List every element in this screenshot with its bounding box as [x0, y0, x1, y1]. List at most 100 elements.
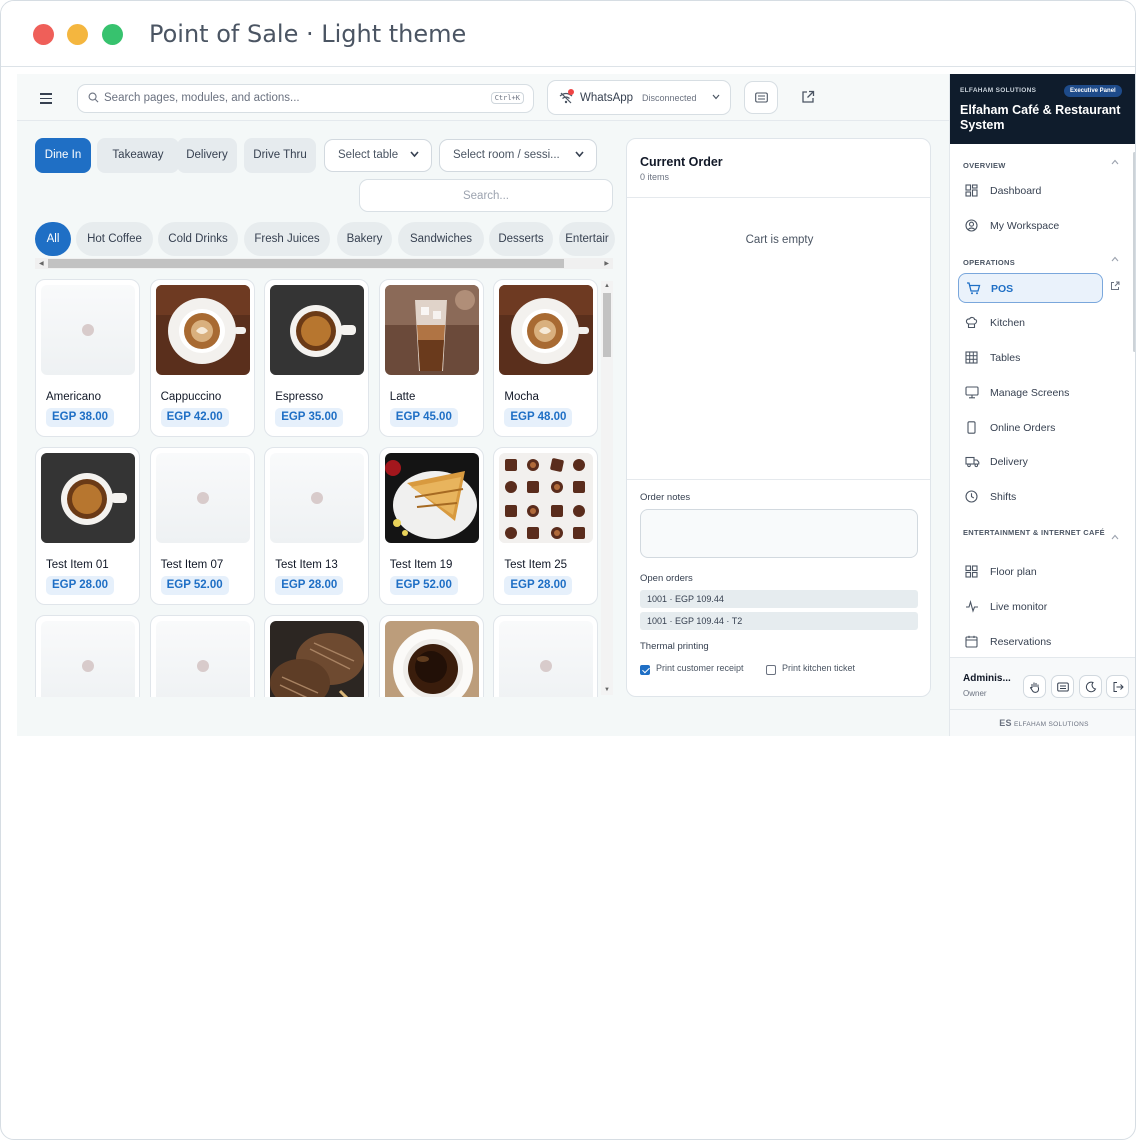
product-card[interactable]	[149, 615, 255, 697]
product-card[interactable]: Test Item 25 EGP 28.00	[493, 447, 599, 605]
product-card[interactable]: Mocha EGP 48.00	[493, 279, 599, 437]
thermal-printing-label: Thermal printing	[640, 641, 709, 652]
sidebar-item-shifts[interactable]: Shifts	[958, 482, 1103, 512]
sidebar-item-manage-screens[interactable]: Manage Screens	[958, 378, 1103, 408]
logout-button[interactable]	[1106, 675, 1129, 698]
user-circle-icon	[965, 219, 978, 232]
sidebar-item-online-orders[interactable]: Online Orders	[958, 413, 1103, 443]
sidebar-item-label: Shifts	[990, 491, 1017, 503]
app-window: Point of Sale · Light theme Search pages…	[0, 0, 1136, 1140]
product-card[interactable]: Cappuccino EGP 42.00	[149, 279, 255, 437]
product-card[interactable]: Espresso EGP 35.00	[264, 279, 370, 437]
sidebar-scrollbar[interactable]	[1132, 152, 1135, 652]
category-chip[interactable]: Cold Drinks	[158, 222, 238, 256]
select-table-dropdown[interactable]: Select table	[324, 139, 432, 172]
category-chip[interactable]: All	[35, 222, 71, 256]
sidebar-item-reservations[interactable]: Reservations	[958, 627, 1103, 657]
section-entertainment[interactable]: ENTERTAINMENT & INTERNET CAFÉ	[963, 526, 1119, 540]
product-price: EGP 28.00	[275, 576, 344, 595]
order-type-takeaway[interactable]: Takeaway	[97, 138, 179, 173]
user-panel: Adminis... Owner	[950, 657, 1135, 709]
truck-icon	[965, 456, 980, 468]
order-type-dine-in[interactable]: Dine In	[35, 138, 91, 173]
product-card[interactable]: Test Item 19 EGP 52.00	[378, 447, 484, 605]
sidebar-item-label: Tables	[990, 352, 1021, 364]
keyboard-button[interactable]	[744, 81, 778, 114]
scroll-down-icon[interactable]: ▼	[604, 687, 610, 693]
product-card[interactable]: Test Item 01 EGP 28.00	[35, 447, 140, 605]
image-placeholder-icon	[196, 492, 209, 504]
section-overview[interactable]: OVERVIEW	[963, 159, 1119, 172]
order-type-drive-thru[interactable]: Drive Thru	[244, 138, 316, 173]
external-link-icon[interactable]	[801, 90, 815, 104]
keyboard-icon	[755, 92, 768, 103]
product-card[interactable]: Latte EGP 45.00	[378, 279, 484, 437]
scroll-right-icon[interactable]: ▶	[604, 260, 609, 267]
sidebar-item-my-workspace[interactable]: My Workspace	[958, 211, 1103, 241]
category-chip[interactable]: Bakery	[337, 222, 392, 256]
category-chip[interactable]: Desserts	[489, 222, 553, 256]
company-name: ELFAHAM SOLUTIONS	[960, 87, 1037, 94]
product-card[interactable]: Americano EGP 38.00	[35, 279, 140, 437]
category-scrollbar[interactable]: ◀ ▶	[35, 258, 613, 269]
minimize-window-button[interactable]	[67, 24, 88, 45]
category-chip[interactable]: Sandwiches	[398, 222, 484, 256]
product-scrollbar[interactable]: ▲ ▼	[601, 281, 613, 695]
product-price: EGP 42.00	[160, 408, 229, 427]
category-chip[interactable]: Entertair	[559, 222, 615, 256]
moon-icon	[1085, 681, 1097, 693]
scrollbar-thumb[interactable]	[48, 259, 564, 268]
sidebar-item-pos[interactable]: POS	[958, 273, 1103, 303]
panel-badge: Executive Panel	[1064, 85, 1122, 97]
external-link-icon[interactable]	[1110, 281, 1120, 291]
whatsapp-status-button[interactable]: WhatsApp Disconnected	[547, 80, 731, 115]
app-name: Elfaham Café & Restaurant System	[960, 103, 1121, 132]
sidebar-item-dashboard[interactable]: Dashboard	[958, 176, 1103, 206]
close-window-button[interactable]	[33, 24, 54, 45]
scroll-up-icon[interactable]: ▲	[604, 283, 610, 289]
product-card[interactable]	[264, 615, 370, 697]
open-order-item[interactable]: 1001 · EGP 109.44	[640, 590, 918, 608]
print-receipt-label: Print customer receipt	[656, 663, 744, 673]
print-receipt-checkbox[interactable]	[640, 665, 650, 675]
product-image	[155, 285, 250, 375]
keyboard-button[interactable]	[1051, 675, 1074, 698]
sidebar-item-floor-plan[interactable]: Floor plan	[958, 557, 1103, 587]
title-bar: Point of Sale · Light theme	[1, 1, 1135, 67]
order-type-delivery[interactable]: Delivery	[177, 138, 237, 173]
sidebar-item-live-monitor[interactable]: Live monitor	[958, 592, 1103, 622]
product-card[interactable]: Test Item 07 EGP 52.00	[149, 447, 255, 605]
product-search-input[interactable]: Search...	[359, 179, 613, 212]
hand-button[interactable]	[1023, 675, 1046, 698]
scrollbar-thumb[interactable]	[603, 293, 611, 357]
open-order-item[interactable]: 1001 · EGP 109.44 · T2	[640, 612, 918, 630]
product-name: Test Item 25	[504, 559, 568, 571]
sidebar-item-kitchen[interactable]: Kitchen	[958, 308, 1103, 338]
select-room-dropdown[interactable]: Select room / sessi...	[439, 139, 597, 172]
category-chip[interactable]: Fresh Juices	[244, 222, 330, 256]
product-card[interactable]	[493, 615, 599, 697]
category-chip[interactable]: Hot Coffee	[76, 222, 153, 256]
product-price: EGP 38.00	[46, 408, 115, 427]
theme-toggle-button[interactable]	[1079, 675, 1102, 698]
product-card[interactable]	[378, 615, 484, 697]
sidebar-item-label: Online Orders	[990, 422, 1056, 434]
image-placeholder-icon	[540, 660, 553, 672]
chevron-down-icon	[575, 151, 584, 158]
product-image	[384, 621, 479, 697]
print-kitchen-checkbox[interactable]	[766, 665, 776, 675]
sidebar-item-tables[interactable]: Tables	[958, 343, 1103, 373]
maximize-window-button[interactable]	[102, 24, 123, 45]
footer-label: ELFAHAM SOLUTIONS	[1013, 721, 1089, 728]
print-kitchen-label: Print kitchen ticket	[782, 663, 856, 673]
sidebar-item-delivery[interactable]: Delivery	[958, 447, 1103, 477]
section-operations[interactable]: OPERATIONS	[963, 256, 1119, 269]
product-image	[499, 285, 594, 375]
product-card[interactable]	[35, 615, 140, 697]
scroll-left-icon[interactable]: ◀	[39, 260, 44, 267]
order-notes-field[interactable]	[640, 509, 918, 558]
chevron-down-icon	[410, 151, 419, 158]
menu-icon[interactable]	[40, 93, 52, 104]
global-search-input[interactable]: Search pages, modules, and actions... Ct…	[77, 84, 534, 113]
product-card[interactable]: Test Item 13 EGP 28.00	[264, 447, 370, 605]
